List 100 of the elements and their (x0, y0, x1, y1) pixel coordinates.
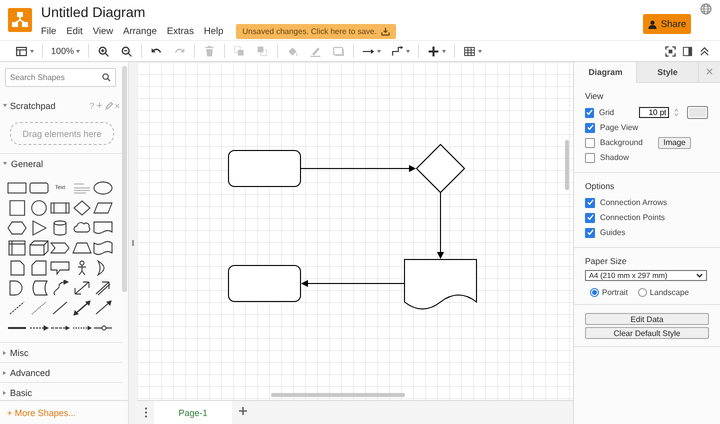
scrollbar[interactable] (122, 66, 127, 292)
connector-arrow[interactable] (300, 165, 416, 172)
checkbox-label[interactable]: Background (600, 138, 645, 147)
download-icon (380, 27, 390, 36)
unsaved-changes-button[interactable]: Unsaved changes. Click here to save. (236, 24, 396, 39)
diamond-shape[interactable] (416, 144, 466, 194)
dashed-line-icon[interactable] (7, 300, 27, 316)
double-arrow-icon[interactable] (72, 280, 92, 296)
checkbox-label[interactable]: Grid (599, 108, 634, 117)
caret-icon (30, 50, 34, 52)
parallelogram-shape-icon[interactable] (93, 200, 113, 216)
tape-shape-icon[interactable] (93, 240, 113, 256)
checkbox-label[interactable]: Connection Arrows (600, 198, 668, 207)
circle-shape-icon[interactable] (28, 200, 48, 216)
document-title[interactable]: Untitled Diagram (41, 4, 396, 21)
spinner-icon[interactable] (674, 107, 680, 118)
image-button[interactable]: Image (658, 136, 691, 148)
waypoints-dropdown[interactable] (391, 44, 410, 58)
section-header[interactable]: General (0, 154, 122, 173)
collapse-icon[interactable] (699, 46, 710, 56)
diamond-shape-icon[interactable] (72, 200, 92, 216)
chevron-icon (696, 273, 703, 278)
menu-item[interactable]: View (92, 25, 114, 38)
checkbox[interactable] (585, 108, 594, 118)
checkbox[interactable] (585, 122, 595, 132)
callout-shape-icon[interactable] (50, 260, 70, 276)
caret-icon (442, 50, 446, 52)
layout-dropdown[interactable] (15, 44, 34, 58)
radio-label[interactable]: Portrait (602, 288, 628, 297)
card-shape-icon[interactable] (28, 260, 48, 276)
process-shape-icon[interactable] (50, 200, 70, 216)
checkbox-label[interactable]: Page View (600, 123, 645, 132)
checkbox-label[interactable]: Shadow (600, 153, 645, 162)
share-button[interactable]: Share (643, 14, 691, 34)
menu-item[interactable]: Extras (166, 25, 194, 38)
checkbox[interactable] (585, 228, 595, 238)
trapezoid-shape-icon[interactable] (72, 240, 92, 256)
rounded-rectangle-shape[interactable] (228, 150, 301, 187)
person-icon (648, 20, 657, 28)
document-shape[interactable] (404, 259, 477, 310)
insert-dropdown[interactable] (427, 44, 446, 58)
rounded-rectangle-shape-icon[interactable] (28, 180, 48, 196)
section-title: Paper Size (585, 256, 628, 266)
zoom-in-icon[interactable] (97, 44, 110, 58)
more-icon[interactable] (144, 407, 148, 418)
section-title: Options (585, 181, 616, 191)
panel-button[interactable]: Edit Data (585, 313, 709, 325)
connector-arrow[interactable] (301, 280, 405, 287)
cube-shape-icon[interactable] (28, 240, 48, 256)
splitter-handle[interactable] (132, 240, 134, 246)
line-icon[interactable] (50, 300, 70, 316)
color-swatch[interactable] (687, 106, 708, 119)
panel-tab[interactable]: Style (636, 62, 698, 83)
section-title[interactable]: Scratchpad (10, 100, 56, 110)
menu-item[interactable]: File (41, 25, 56, 38)
rounded-rectangle-shape[interactable] (228, 265, 301, 302)
step-shape-icon[interactable] (50, 240, 70, 256)
ellipse-shape-icon[interactable] (93, 180, 113, 196)
table-dropdown[interactable] (463, 44, 482, 58)
caret-icon (76, 50, 80, 52)
menu-item[interactable]: Arrange (123, 25, 157, 38)
rectangle-shape-icon[interactable] (7, 180, 27, 196)
hexagon-shape-icon[interactable] (7, 220, 27, 236)
format-panel-icon[interactable] (682, 46, 693, 56)
checkbox[interactable] (585, 138, 595, 148)
bidirectional-arrow-icon[interactable] (72, 300, 92, 316)
panel-button[interactable]: Clear Default Style (585, 327, 709, 339)
scrollbar[interactable] (271, 393, 405, 397)
connector-arrow[interactable] (437, 192, 444, 259)
block-arrow-icon[interactable] (93, 280, 113, 296)
grid-size-field[interactable]: 10 pt (639, 107, 670, 118)
section-header[interactable]: Misc (0, 343, 122, 362)
radio-label[interactable]: Landscape (650, 288, 689, 297)
zoom-out-icon[interactable] (120, 44, 134, 58)
fullscreen-icon[interactable] (665, 46, 676, 56)
menu-item[interactable]: Help (204, 25, 224, 38)
scrollbar[interactable] (565, 140, 569, 190)
square-shape-icon[interactable] (7, 200, 27, 216)
radio-button[interactable] (590, 288, 599, 297)
checkbox-label[interactable]: Guides (600, 228, 626, 237)
radio-button[interactable] (638, 288, 647, 297)
section-title: View (585, 91, 604, 101)
menu-item[interactable]: Edit (66, 25, 83, 38)
page-tab[interactable]: Page-1 (154, 401, 232, 424)
zoom-dropdown[interactable]: 100% (51, 46, 80, 56)
checkbox[interactable] (585, 152, 595, 162)
app-logo (8, 8, 32, 32)
checkbox[interactable] (585, 212, 595, 222)
arrow-line-icon[interactable] (93, 300, 113, 316)
checkbox[interactable] (585, 198, 595, 208)
caret-icon[interactable] (3, 104, 7, 107)
checkbox-label[interactable]: Connection Points (600, 213, 665, 222)
add-page-icon[interactable] (238, 406, 248, 416)
section-header[interactable]: Advanced (0, 363, 122, 382)
caret-icon (406, 50, 410, 52)
drop-area: Drag elements here (10, 122, 114, 145)
search-field[interactable]: Search Shapes (5, 68, 116, 87)
globe-icon[interactable] (700, 3, 712, 15)
document-shape-icon[interactable] (93, 220, 113, 236)
internal-storage-shape-icon[interactable] (7, 240, 27, 256)
